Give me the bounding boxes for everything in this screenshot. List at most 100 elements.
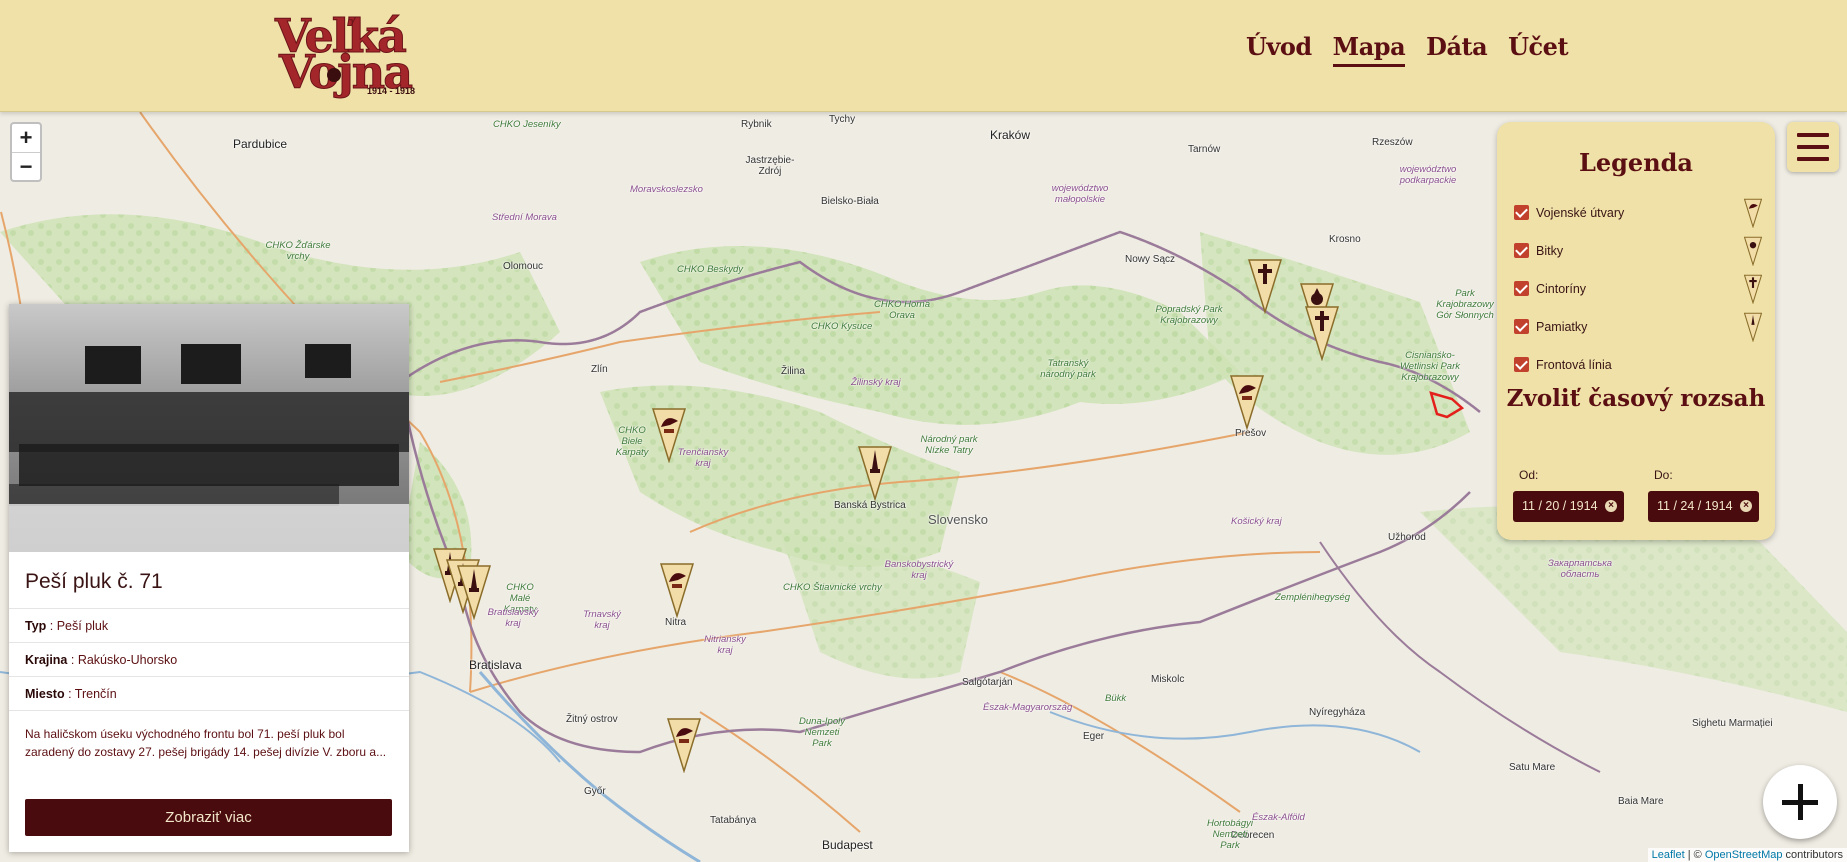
park-label: CHKO Horná Orava [874, 299, 930, 321]
info-key: Krajina [25, 653, 68, 667]
place-label: Tychy [829, 114, 856, 125]
map-attribution: Leaflet | © OpenStreetMap contributors [1647, 848, 1847, 862]
place-label: Tarnów [1188, 144, 1221, 155]
park-label: Park Krajobrazowy Gór Słonnych [1436, 288, 1494, 321]
hamburger-icon-bar [1797, 145, 1829, 149]
region-label: Bratislavský kraj [487, 607, 539, 629]
place-label: Olomouc [503, 261, 544, 272]
place-label: Kraków [990, 128, 1031, 142]
place-label: Žilina [781, 366, 805, 377]
legend-label: Pamiatky [1536, 320, 1588, 334]
date-to-input[interactable]: 11 / 24 / 1914 × [1648, 491, 1759, 522]
flag-marker[interactable] [659, 562, 695, 619]
flag-marker-icon [1744, 198, 1762, 228]
checkbox-frontline[interactable] [1514, 357, 1529, 372]
park-label: Cisnianśko-Wetlinski Park Krajobrazowy [1399, 350, 1460, 383]
place-label: Nitra [665, 617, 687, 628]
legend-item-monuments[interactable]: Pamiatky [1514, 312, 1764, 342]
place-label: Győr [584, 786, 606, 797]
place-label: Rzeszów [1372, 137, 1413, 148]
info-row-type: Typ : Peší pluk [9, 609, 409, 643]
info-value: Trenčín [74, 687, 117, 701]
region-label: Закарпатська область [1548, 558, 1612, 580]
place-label: Budapest [822, 838, 873, 852]
place-label: Bielsko-Biała [821, 196, 879, 207]
checkbox-monuments[interactable] [1514, 319, 1529, 334]
date-to-label: Do: [1654, 468, 1673, 482]
checkbox-cemeteries[interactable] [1514, 281, 1529, 296]
date-from-value: 11 / 20 / 1914 [1522, 499, 1598, 513]
leaflet-link[interactable]: Leaflet [1652, 849, 1685, 861]
cemetery-marker[interactable] [1304, 305, 1340, 362]
hamburger-icon [1797, 133, 1829, 137]
clear-icon[interactable]: × [1605, 500, 1617, 512]
info-row-country: Krajina : Rakúsko-Uhorsko [9, 643, 409, 677]
legend-panel: Legenda Vojenské útvary Bitky Cintoríny … [1497, 122, 1775, 540]
flag-marker[interactable] [1229, 374, 1265, 431]
park-label: Duna-Ipoly Nemzeti Park [799, 716, 845, 749]
monument-marker[interactable] [456, 564, 492, 621]
place-label: Zlín [591, 364, 608, 375]
nav-mapa[interactable]: Mapa [1332, 32, 1406, 67]
flag-marker[interactable] [651, 407, 687, 464]
region-label: Banskobystrický kraj [884, 559, 954, 581]
region-label: Košický kraj [1231, 516, 1282, 527]
show-more-button[interactable]: Zobraziť viac [25, 799, 392, 836]
place-label: Miskolc [1151, 674, 1185, 685]
park-label: CHKO Beskydy [677, 264, 743, 275]
cemetery-marker[interactable] [1247, 258, 1283, 315]
park-label: CHKO Kysuce [811, 321, 873, 332]
place-label: Pardubice [233, 137, 288, 151]
attribution-separator: | © [1684, 849, 1705, 861]
park-label: Hortobágyi Nemzeti Park [1207, 818, 1253, 851]
monument-marker[interactable] [857, 445, 893, 502]
flag-marker[interactable] [666, 717, 702, 774]
osm-link[interactable]: OpenStreetMap [1705, 849, 1783, 861]
menu-button[interactable] [1787, 122, 1839, 172]
info-title: Peší pluk č. 71 [9, 552, 409, 609]
place-label: Bratislava [469, 658, 522, 672]
nav-ucet[interactable]: Účet [1508, 32, 1568, 67]
date-from-input[interactable]: 11 / 20 / 1914 × [1513, 491, 1624, 522]
place-label: Salgótarján [962, 677, 1013, 688]
place-label: Baia Mare [1618, 796, 1664, 807]
legend-item-cemeteries[interactable]: Cintoríny [1514, 274, 1764, 304]
place-label: Jastrzębie-Zdrój [745, 155, 795, 177]
park-label: Popradský Park Krajobrazowy [1155, 304, 1223, 326]
place-label: Banská Bystrica [834, 500, 906, 511]
legend-item-frontline[interactable]: Frontová línia [1514, 354, 1764, 376]
logo[interactable]: Veľká Vojna 1914 - 1918 [275, 13, 425, 98]
legend-item-units[interactable]: Vojenské útvary [1514, 198, 1764, 228]
place-label: Tatabánya [710, 815, 757, 826]
place-label: Užhorod [1388, 532, 1426, 543]
checkbox-battles[interactable] [1514, 243, 1529, 258]
region-label: województwo podkarpackie [1399, 164, 1457, 186]
clear-icon[interactable]: × [1740, 500, 1752, 512]
place-label: Nowy Sącz [1125, 254, 1176, 265]
date-to-value: 11 / 24 / 1914 [1657, 499, 1733, 513]
info-panel: Peší pluk č. 71 Typ : Peší pluk Krajina … [9, 304, 409, 852]
place-label: Žitný ostrov [566, 714, 618, 725]
region-label: Trnavský kraj [583, 609, 621, 631]
park-label: CHKO Biele Karpaty [615, 425, 649, 458]
park-label: Zemplénihegység [1275, 592, 1350, 603]
park-label: CHKO Štiavnické vrchy [783, 582, 882, 593]
add-button[interactable] [1763, 765, 1837, 839]
legend-item-battles[interactable]: Bitky [1514, 236, 1764, 266]
checkbox-units[interactable] [1514, 205, 1529, 220]
info-value: Rakúsko-Uhorsko [77, 653, 178, 667]
park-label: CHKO Jeseníky [493, 119, 561, 130]
info-key: Typ [25, 619, 47, 633]
legend-label: Cintoríny [1536, 282, 1587, 296]
nav-data[interactable]: Dáta [1426, 32, 1488, 67]
park-label: Tatranský národný park [1040, 358, 1096, 380]
zoom-in-button[interactable]: + [12, 124, 40, 152]
zoom-control: + − [10, 122, 42, 182]
battle-marker-icon [1744, 236, 1762, 266]
info-value: Peší pluk [56, 619, 109, 633]
zoom-out-button[interactable]: − [12, 152, 40, 180]
legend-label: Bitky [1536, 244, 1564, 258]
region-label: Moravskoslezsko [630, 184, 703, 195]
nav-uvod[interactable]: Úvod [1246, 32, 1312, 67]
region-label: Észak-Magyarország [983, 702, 1073, 713]
